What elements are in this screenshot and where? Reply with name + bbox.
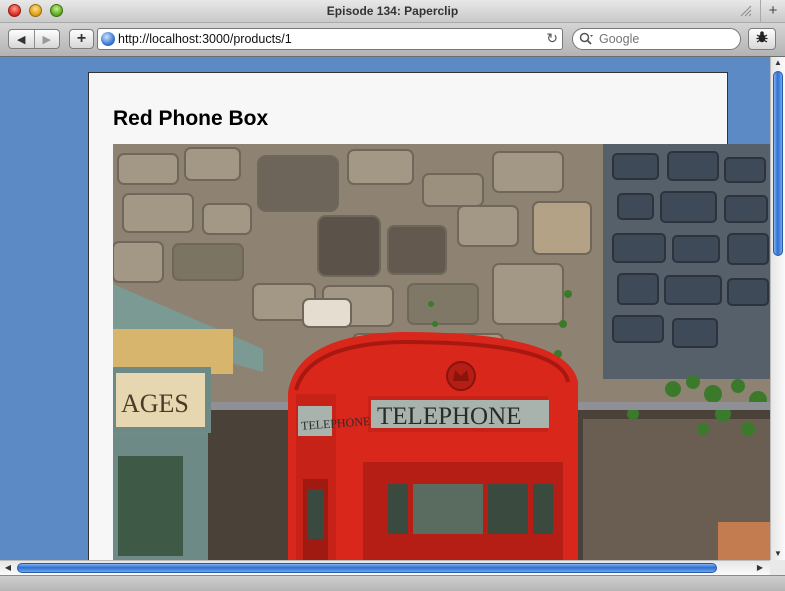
forward-button[interactable]: ▶ — [33, 30, 60, 48]
scroll-down-arrow-icon[interactable]: ▼ — [771, 548, 785, 560]
bug-icon — [755, 30, 769, 49]
globe-icon — [101, 32, 115, 46]
search-input[interactable] — [599, 31, 734, 47]
vertical-scrollbar[interactable]: ▲ ▼ — [770, 57, 785, 560]
scrollbar-corner — [770, 560, 785, 575]
search-field[interactable] — [572, 28, 741, 50]
window-titlebar: Episode 134: Paperclip + — [0, 0, 785, 23]
product-photo: AGES TELEPHONE TELEPHONE — [113, 144, 770, 560]
back-button[interactable]: ◀ — [9, 30, 34, 48]
forward-arrow-icon: ▶ — [42, 33, 51, 46]
new-tab-button[interactable]: + — [760, 0, 785, 22]
plus-icon: + — [768, 2, 778, 19]
vertical-scroll-thumb[interactable] — [773, 71, 783, 256]
horizontal-scrollbar[interactable]: ◀ ▶ — [0, 560, 770, 575]
reload-button[interactable]: ↻ — [546, 30, 558, 47]
address-bar[interactable]: http://localhost:3000/products/1 ↻ — [97, 28, 563, 50]
address-url[interactable]: http://localhost:3000/products/1 — [118, 32, 292, 46]
navigation-buttons: ◀ ▶ — [8, 29, 60, 49]
status-bar — [0, 575, 785, 591]
scroll-up-arrow-icon[interactable]: ▲ — [771, 57, 785, 69]
product-title: Red Phone Box — [113, 107, 269, 130]
shop-sign-text: AGES — [121, 389, 189, 418]
scroll-right-arrow-icon[interactable]: ▶ — [754, 561, 766, 575]
browser-toolbar: ◀ ▶ + http://localhost:3000/products/1 ↻ — [0, 23, 785, 57]
plus-icon: + — [76, 30, 87, 47]
window-title: Episode 134: Paperclip — [326, 4, 459, 18]
back-arrow-icon: ◀ — [17, 33, 26, 46]
bug-report-button[interactable] — [748, 28, 776, 50]
resize-grip-icon — [739, 4, 753, 18]
telephone-sign-text: TELEPHONE — [377, 403, 521, 430]
search-icon — [579, 32, 594, 46]
add-bookmark-button[interactable]: + — [69, 29, 94, 49]
horizontal-scroll-thumb[interactable] — [17, 563, 717, 573]
page-viewport: Red Phone Box AGES TELEPHONE TELEPHONE — [0, 57, 770, 560]
scroll-left-arrow-icon[interactable]: ◀ — [2, 561, 14, 575]
